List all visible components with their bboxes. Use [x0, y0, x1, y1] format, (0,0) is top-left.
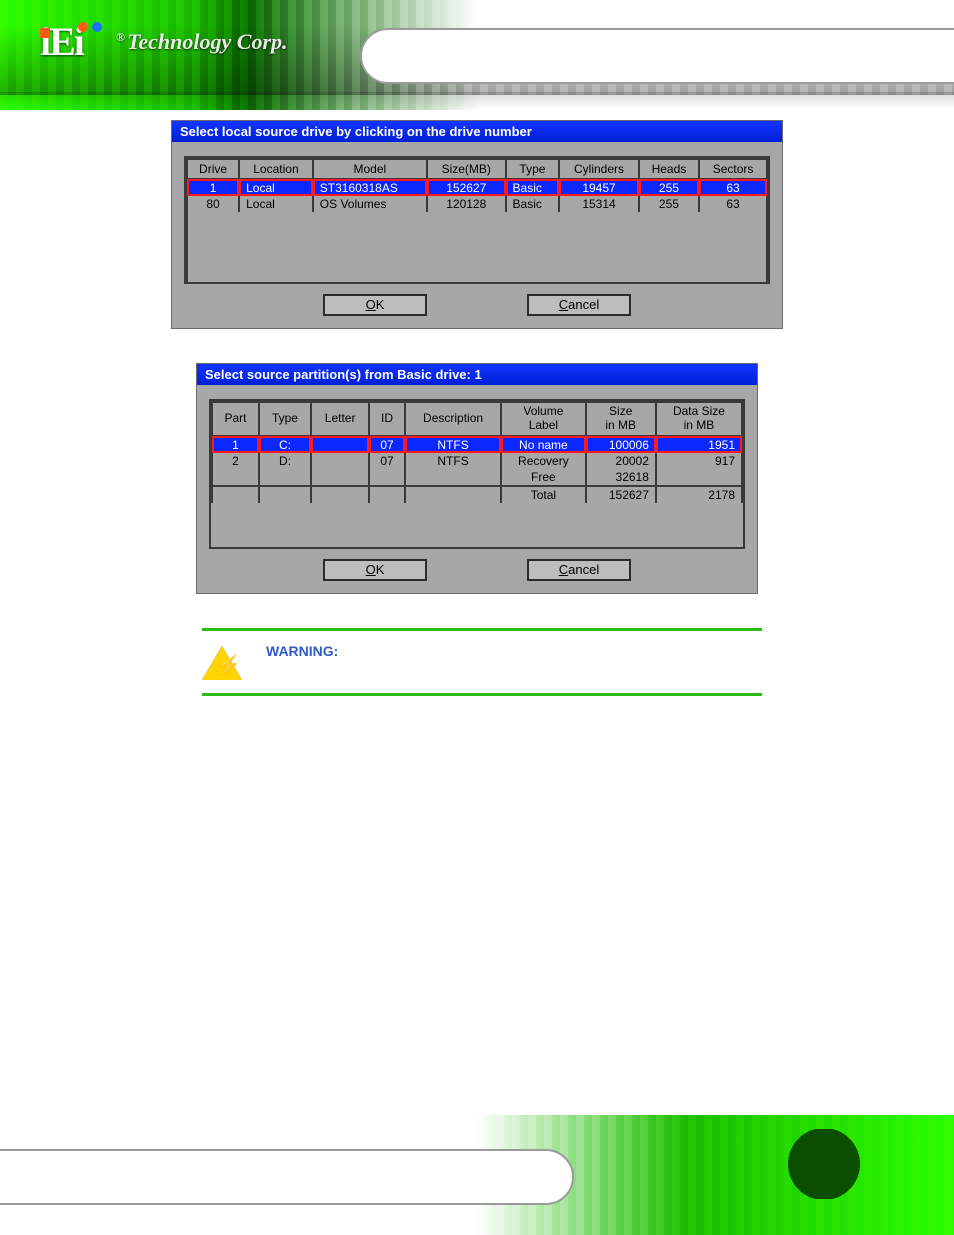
dialog2-table-wrap: Part Type Letter ID Description VolumeLa…	[209, 399, 745, 549]
dialog1-empty-space	[187, 212, 767, 282]
col-model: Model	[313, 159, 427, 179]
col-id: ID	[369, 402, 405, 436]
dialog2-cancel-button[interactable]: Cancel	[527, 559, 631, 581]
page-number-badge	[754, 1129, 894, 1199]
page-content: Select local source drive by clicking on…	[0, 120, 954, 1115]
col-location: Location	[239, 159, 313, 179]
select-source-drive-dialog: Select local source drive by clicking on…	[171, 120, 783, 329]
col-datamb: Data Sizein MB	[656, 402, 742, 436]
col-cyl: Cylinders	[559, 159, 638, 179]
col-part: Part	[212, 402, 259, 436]
footer-banner	[0, 1115, 954, 1235]
partition-row-free: Free 32618	[212, 469, 742, 486]
warning-block: ⚡ WARNING:	[202, 643, 762, 683]
dialog2-title: Select source partition(s) from Basic dr…	[197, 364, 757, 385]
col-drive: Drive	[187, 159, 239, 179]
partition-totals-row: Total 152627 2178	[212, 486, 742, 503]
header-curve	[360, 28, 954, 84]
col-vol: VolumeLabel	[501, 402, 585, 436]
dialog2-table: Part Type Letter ID Description VolumeLa…	[211, 401, 743, 547]
dialog1-title: Select local source drive by clicking on…	[172, 121, 782, 142]
dialog2-padding	[212, 503, 742, 547]
dialog2-header-row: Part Type Letter ID Description VolumeLa…	[212, 402, 742, 436]
col-type: Type	[259, 402, 311, 436]
col-heads: Heads	[639, 159, 699, 179]
warning-title: WARNING:	[266, 643, 338, 659]
brand-logo-icon: iEi	[40, 22, 104, 62]
partition-row-selected[interactable]: 1 C: 07 NTFS No name 100006 1951	[212, 436, 742, 453]
header-shadow	[0, 92, 954, 110]
warning-icon: ⚡	[202, 643, 242, 683]
green-divider-top	[202, 628, 762, 631]
col-sizemb: Sizein MB	[586, 402, 656, 436]
dialog1-ok-button[interactable]: OK	[323, 294, 427, 316]
green-divider-bottom	[202, 693, 762, 696]
col-desc: Description	[405, 402, 501, 436]
dialog1-header-row: Drive Location Model Size(MB) Type Cylin…	[187, 159, 767, 179]
ok-text: K	[376, 297, 385, 312]
dialog2-ok-button[interactable]: OK	[323, 559, 427, 581]
drive-row-selected[interactable]: 1 Local ST3160318AS 152627 Basic 19457 2…	[187, 179, 767, 196]
partition-row[interactable]: 2 D: 07 NTFS Recovery 20002 917	[212, 453, 742, 469]
col-letter: Letter	[311, 402, 369, 436]
dialog1-table: Drive Location Model Size(MB) Type Cylin…	[186, 158, 768, 282]
footer-curve	[0, 1149, 574, 1205]
drive-row[interactable]: 80 Local OS Volumes 120128 Basic 15314 2…	[187, 196, 767, 212]
select-source-partition-dialog: Select source partition(s) from Basic dr…	[196, 363, 758, 594]
dialog1-table-wrap: Drive Location Model Size(MB) Type Cylin…	[184, 156, 770, 284]
brand-tagline: ®Technology Corp.	[116, 29, 288, 55]
col-size: Size(MB)	[427, 159, 506, 179]
col-type: Type	[506, 159, 560, 179]
dialog1-cancel-button[interactable]: Cancel	[527, 294, 631, 316]
brand-block: iEi ®Technology Corp.	[40, 22, 288, 62]
col-sectors: Sectors	[699, 159, 767, 179]
